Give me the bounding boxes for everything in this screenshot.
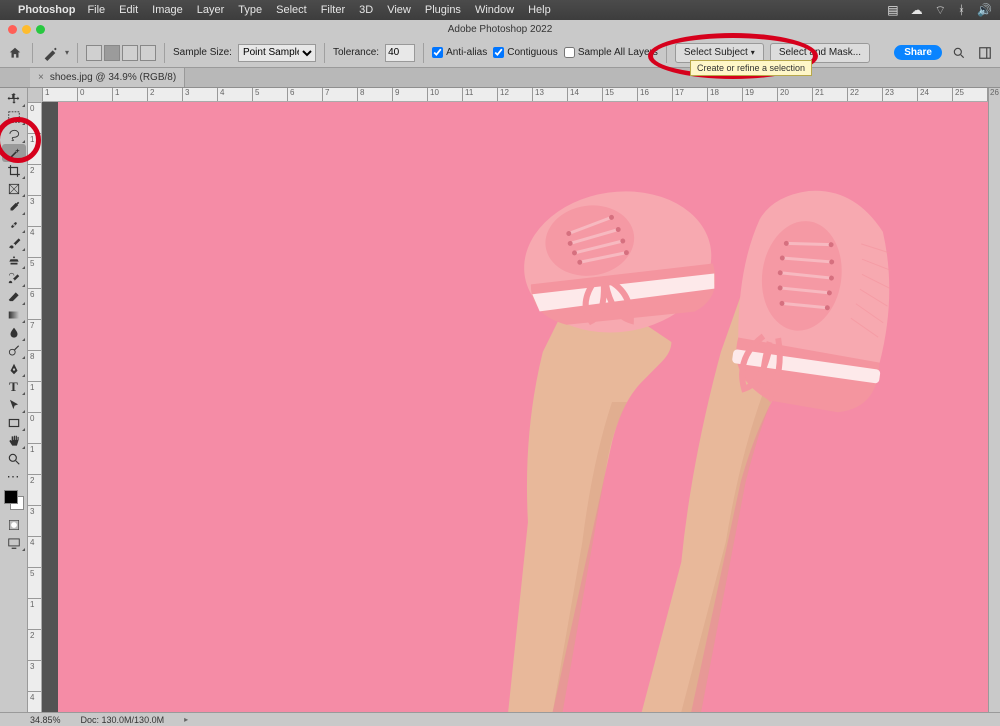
frame-tool[interactable] — [2, 180, 26, 198]
healing-tool[interactable] — [2, 216, 26, 234]
crop-tool[interactable] — [2, 162, 26, 180]
selection-add[interactable] — [104, 45, 120, 61]
sample-all-layers-checkbox[interactable]: Sample All Layers — [564, 47, 658, 58]
home-icon[interactable] — [6, 44, 24, 62]
wifi-icon[interactable]: ⌔ — [935, 3, 946, 18]
horizontal-ruler[interactable]: 1012345678910111213141516171819202122232… — [42, 88, 988, 102]
document-image[interactable] — [58, 102, 988, 712]
zoom-window-button[interactable] — [36, 25, 45, 34]
selection-mode-group — [86, 45, 156, 61]
close-tab-icon[interactable]: × — [38, 72, 44, 83]
tooltip: Create or refine a selection — [690, 60, 812, 76]
marquee-tool[interactable] — [2, 108, 26, 126]
pen-tool[interactable] — [2, 360, 26, 378]
zoom-level[interactable]: 34.85% — [30, 715, 61, 725]
anti-alias-checkbox[interactable]: Anti-alias — [432, 47, 487, 58]
window-title: Adobe Photoshop 2022 — [448, 24, 553, 35]
blur-tool[interactable] — [2, 324, 26, 342]
eyedropper-tool[interactable] — [2, 198, 26, 216]
contiguous-checkbox[interactable]: Contiguous — [493, 47, 558, 58]
tool-preset-icon[interactable] — [41, 44, 59, 62]
menu-3d[interactable]: 3D — [359, 4, 373, 16]
sample-size-label: Sample Size: — [173, 47, 232, 58]
minimize-window-button[interactable] — [22, 25, 31, 34]
menu-plugins[interactable]: Plugins — [425, 4, 461, 16]
doc-size[interactable]: Doc: 130.0M/130.0M — [81, 715, 165, 725]
menu-help[interactable]: Help — [528, 4, 551, 16]
color-swatch[interactable] — [4, 490, 24, 510]
menu-image[interactable]: Image — [152, 4, 183, 16]
close-window-button[interactable] — [8, 25, 17, 34]
cloud-icon[interactable]: ☁ — [911, 3, 923, 17]
selection-new[interactable] — [86, 45, 102, 61]
document-tab-label: shoes.jpg @ 34.9% (RGB/8) — [50, 72, 176, 83]
selection-subtract[interactable] — [122, 45, 138, 61]
mac-menu-bar: Photoshop File Edit Image Layer Type Sel… — [0, 0, 1000, 20]
tolerance-label: Tolerance: — [333, 47, 379, 58]
sample-size-select[interactable]: Point Sample — [238, 44, 316, 62]
menu-window[interactable]: Window — [475, 4, 514, 16]
clone-stamp-tool[interactable] — [2, 252, 26, 270]
status-icon[interactable]: ▤ — [887, 3, 898, 17]
share-button[interactable]: Share — [894, 45, 942, 60]
menu-select[interactable]: Select — [276, 4, 307, 16]
tolerance-input[interactable] — [385, 44, 415, 62]
volume-icon[interactable]: 🔊 — [977, 3, 992, 17]
search-icon[interactable] — [950, 44, 968, 62]
eraser-tool[interactable] — [2, 288, 26, 306]
document-tab-bar: × shoes.jpg @ 34.9% (RGB/8) — [0, 68, 1000, 88]
selection-intersect[interactable] — [140, 45, 156, 61]
workspace-icon[interactable] — [976, 44, 994, 62]
menu-filter[interactable]: Filter — [321, 4, 345, 16]
menu-type[interactable]: Type — [238, 4, 262, 16]
canvas-area[interactable] — [42, 102, 988, 712]
type-tool[interactable]: T — [2, 378, 26, 396]
magic-wand-tool[interactable] — [2, 144, 26, 162]
status-bar: 34.85% Doc: 130.0M/130.0M ▸ — [0, 712, 1000, 726]
history-brush-tool[interactable] — [2, 270, 26, 288]
options-bar: ▾ Sample Size: Point Sample Tolerance: A… — [0, 38, 1000, 68]
menu-layer[interactable]: Layer — [197, 4, 225, 16]
menu-file[interactable]: File — [87, 4, 105, 16]
screen-mode-button[interactable] — [2, 534, 26, 552]
document-tab[interactable]: × shoes.jpg @ 34.9% (RGB/8) — [30, 68, 185, 87]
quick-mask-button[interactable] — [2, 516, 26, 534]
dodge-tool[interactable] — [2, 342, 26, 360]
bluetooth-icon[interactable]: ᚼ — [958, 3, 965, 17]
tools-panel: T ⋯ — [0, 88, 28, 712]
menu-edit[interactable]: Edit — [119, 4, 138, 16]
menu-view[interactable]: View — [387, 4, 411, 16]
lasso-tool[interactable] — [2, 126, 26, 144]
hand-tool[interactable] — [2, 432, 26, 450]
app-name[interactable]: Photoshop — [18, 4, 75, 16]
window-titlebar: Adobe Photoshop 2022 — [0, 20, 1000, 38]
brush-tool[interactable] — [2, 234, 26, 252]
panel-dock-strip[interactable] — [988, 88, 1000, 712]
edit-toolbar-button[interactable]: ⋯ — [2, 468, 26, 486]
move-tool[interactable] — [2, 90, 26, 108]
rectangle-tool[interactable] — [2, 414, 26, 432]
zoom-tool[interactable] — [2, 450, 26, 468]
gradient-tool[interactable] — [2, 306, 26, 324]
path-selection-tool[interactable] — [2, 396, 26, 414]
vertical-ruler[interactable]: 01234567810123451234 — [28, 102, 42, 712]
